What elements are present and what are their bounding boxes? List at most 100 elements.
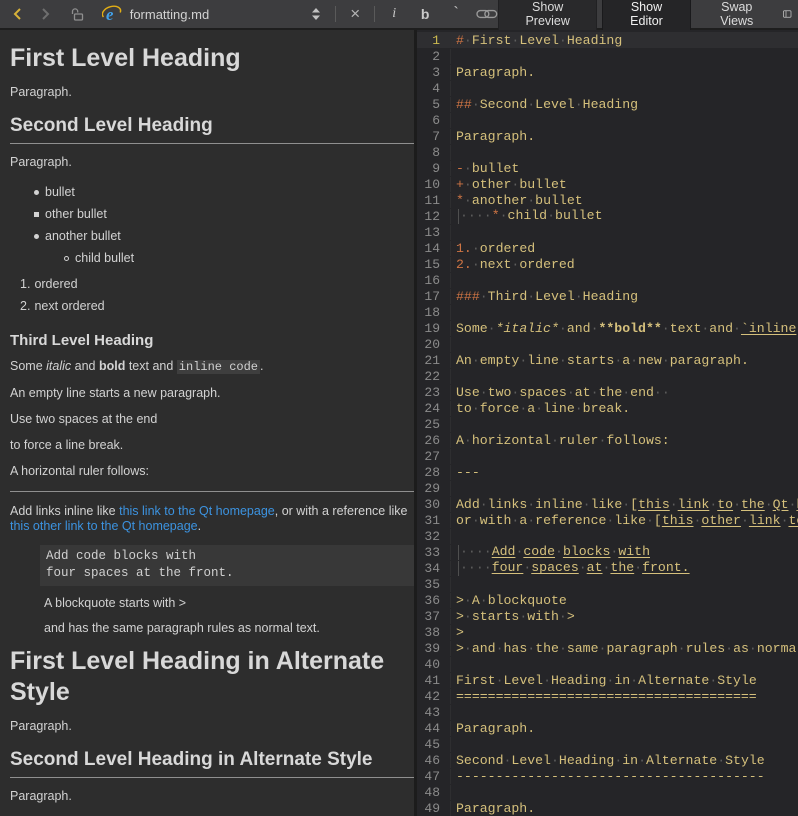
- editor-line[interactable]: 38>: [417, 624, 798, 640]
- editor-line[interactable]: 25: [417, 416, 798, 432]
- editor-line[interactable]: 45: [417, 736, 798, 752]
- editor-line[interactable]: 29: [417, 480, 798, 496]
- editor-line[interactable]: 16: [417, 272, 798, 288]
- code-token: paragraph.: [670, 353, 749, 368]
- editor-line[interactable]: 8: [417, 144, 798, 160]
- code-token: Add: [492, 544, 516, 559]
- editor-line[interactable]: 11*·another·bullet: [417, 192, 798, 208]
- editor-line[interactable]: 22: [417, 368, 798, 384]
- editor-line[interactable]: 17###·Third·Level·Heading: [417, 288, 798, 304]
- code-token: Heading: [583, 289, 638, 304]
- editor-line[interactable]: 1#·First·Level·Heading: [417, 32, 798, 48]
- editor-line[interactable]: 21An·empty·line·starts·a·new·paragraph.: [417, 352, 798, 368]
- list-item-text: next ordered: [34, 299, 104, 314]
- editor-line[interactable]: 43: [417, 704, 798, 720]
- code-token: -: [456, 161, 464, 176]
- insert-link-button[interactable]: [476, 2, 498, 26]
- editor-line[interactable]: 20: [417, 336, 798, 352]
- preview-link[interactable]: this other link to the Qt homepage: [10, 519, 198, 533]
- back-button[interactable]: [8, 2, 26, 26]
- text-segment: to force a line break.: [10, 438, 123, 452]
- editor-line[interactable]: 40: [417, 656, 798, 672]
- editor-line[interactable]: 26A·horizontal·ruler·follows:: [417, 432, 798, 448]
- format-code-button[interactable]: `: [447, 2, 465, 26]
- editor-line[interactable]: 2: [417, 48, 798, 64]
- code-token: A: [456, 433, 464, 448]
- whitespace-dot: ·: [472, 241, 480, 256]
- show-editor-button[interactable]: Show Editor: [602, 0, 690, 33]
- editor-line[interactable]: 49Paragraph.: [417, 800, 798, 816]
- whitespace-dot: ·: [464, 641, 472, 656]
- whitespace-dot: ·: [472, 401, 480, 416]
- unlock-icon[interactable]: [68, 2, 86, 26]
- show-preview-button[interactable]: Show Preview: [498, 0, 598, 33]
- line-number: 1: [417, 33, 451, 48]
- editor-line[interactable]: 36>·A·blockquote: [417, 592, 798, 608]
- code-token: as: [733, 641, 749, 656]
- clipped-toolbar-button[interactable]: [783, 6, 792, 22]
- editor-line[interactable]: 28---: [417, 464, 798, 480]
- editor-line[interactable]: 44Paragraph.: [417, 720, 798, 736]
- whitespace-dot: ·: [670, 497, 678, 512]
- swap-views-button[interactable]: Swap Views: [696, 0, 778, 32]
- editor-line[interactable]: 27: [417, 448, 798, 464]
- editor-line[interactable]: 141.·ordered: [417, 240, 798, 256]
- editor-line[interactable]: 37>·starts·with·>: [417, 608, 798, 624]
- editor-line[interactable]: 18: [417, 304, 798, 320]
- editor-line[interactable]: 39>·and·has·the·same·paragraph·rules·as·…: [417, 640, 798, 656]
- editor-line[interactable]: 10+·other·bullet: [417, 176, 798, 192]
- code-token: Heading: [583, 97, 638, 112]
- editor-line[interactable]: 13: [417, 224, 798, 240]
- editor-line[interactable]: 9-·bullet: [417, 160, 798, 176]
- whitespace-dot: ·: [460, 560, 468, 575]
- line-number: 16: [417, 273, 451, 288]
- code-token: Alternate: [638, 673, 709, 688]
- whitespace-dot: ·: [579, 560, 587, 575]
- editor-line[interactable]: 5##·Second·Level·Heading: [417, 96, 798, 112]
- code-token: the: [741, 497, 765, 512]
- line-content: #·First·Level·Heading: [451, 33, 798, 48]
- editor-line[interactable]: 3Paragraph.: [417, 64, 798, 80]
- format-italic-button[interactable]: i: [385, 2, 403, 26]
- line-number: 44: [417, 721, 451, 736]
- code-token: **bold**: [598, 321, 661, 336]
- whitespace-dot: ·: [480, 497, 488, 512]
- editor-line[interactable]: 42======================================: [417, 688, 798, 704]
- split-toggle-button[interactable]: [307, 2, 325, 26]
- chevron-left-icon: [12, 7, 23, 21]
- editor-line[interactable]: 6: [417, 112, 798, 128]
- editor-line[interactable]: 46Second·Level·Heading·in·Alternate·Styl…: [417, 752, 798, 768]
- line-number: 3: [417, 65, 451, 80]
- editor-line[interactable]: 35: [417, 576, 798, 592]
- markdown-editor-pane[interactable]: 1#·First·Level·Heading23Paragraph.45##·S…: [417, 30, 798, 816]
- editor-line[interactable]: 32: [417, 528, 798, 544]
- line-content: >·A·blockquote: [451, 593, 798, 608]
- preview-link[interactable]: this link to the Qt homepage: [119, 504, 275, 518]
- line-content: Second·Level·Heading·in·Alternate·Style: [451, 753, 798, 768]
- code-token: +: [456, 177, 464, 192]
- editor-line[interactable]: 41First·Level·Heading·in·Alternate·Style: [417, 672, 798, 688]
- forward-button[interactable]: [36, 2, 54, 26]
- line-number: 39: [417, 641, 451, 656]
- editor-line[interactable]: 48: [417, 784, 798, 800]
- editor-line[interactable]: 152.·next·ordered: [417, 256, 798, 272]
- line-number: 22: [417, 369, 451, 384]
- code-block: Add code blocks with four spaces at the …: [40, 545, 414, 586]
- whitespace-dot: ·: [527, 497, 535, 512]
- editor-line[interactable]: 7Paragraph.: [417, 128, 798, 144]
- editor-line[interactable]: 4: [417, 80, 798, 96]
- editor-line[interactable]: 34····four·spaces·at·the·front.: [417, 560, 798, 576]
- editor-line[interactable]: 33····Add·code·blocks·with: [417, 544, 798, 560]
- editor-line[interactable]: 23Use·two·spaces·at·the·end··: [417, 384, 798, 400]
- format-bold-button[interactable]: b: [416, 2, 434, 26]
- editor-line[interactable]: 19Some·*italic*·and·**bold**·text·and·`i…: [417, 320, 798, 336]
- close-button[interactable]: ×: [346, 2, 364, 26]
- code-token: Qt: [773, 497, 789, 512]
- editor-line[interactable]: 31or·with·a·reference·like·[this·other·l…: [417, 512, 798, 528]
- editor-line[interactable]: 12····*·child·bullet: [417, 208, 798, 224]
- editor-line[interactable]: 47--------------------------------------…: [417, 768, 798, 784]
- whitespace-dot: ·: [638, 753, 646, 768]
- editor-line[interactable]: 30Add·links·inline·like·[this·link·to·th…: [417, 496, 798, 512]
- editor-line[interactable]: 24to·force·a·line·break.: [417, 400, 798, 416]
- code-token: to: [788, 513, 798, 528]
